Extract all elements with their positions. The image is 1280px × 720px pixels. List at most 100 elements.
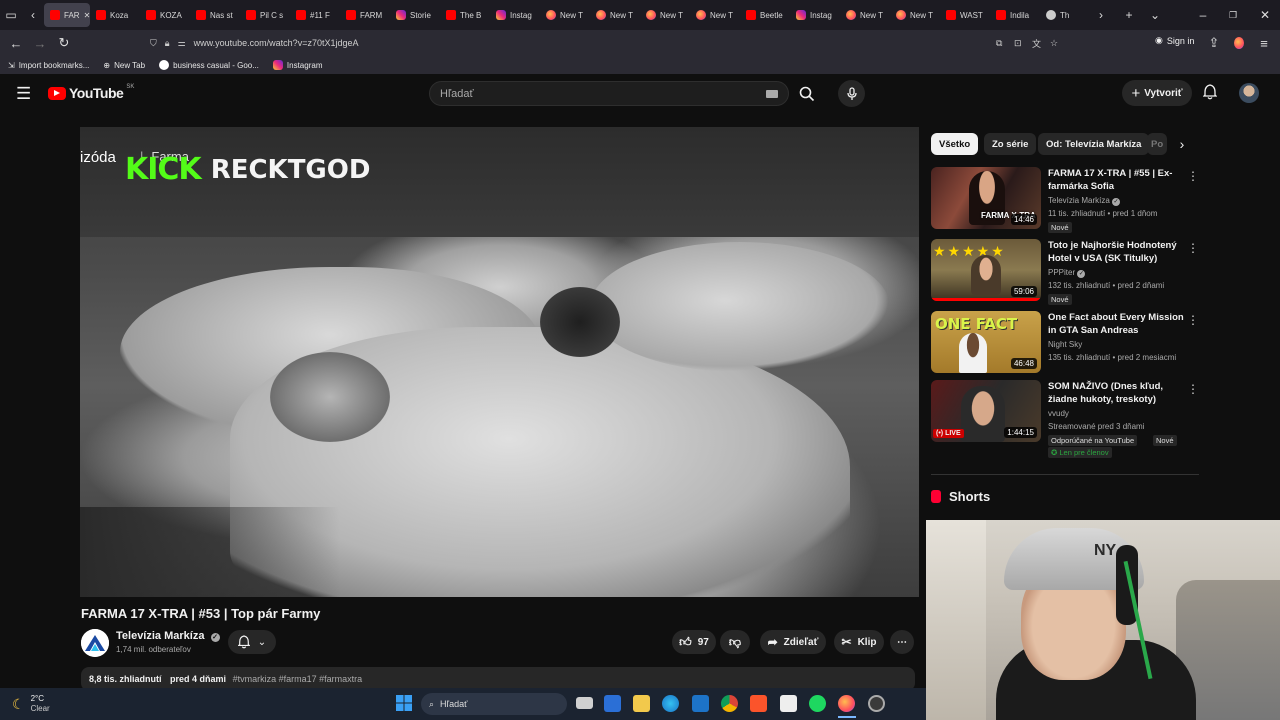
search-button[interactable] [789,81,825,106]
picture-in-picture-icon[interactable]: ⧉ [996,38,1002,49]
extensions-icon[interactable]: ⇪ [1202,31,1226,55]
bookmark-instagram[interactable]: Instagram [272,60,322,70]
guide-menu-icon[interactable]: ☰ [16,84,31,104]
more-vertical-icon[interactable]: ⋮ [1187,241,1199,255]
lock-icon[interactable]: 🔒︎ [165,38,170,49]
browser-tab[interactable]: New T [540,3,590,27]
notifications-bell-icon[interactable] [1202,84,1218,104]
back-arrow-icon[interactable]: ← [4,31,28,55]
url-text[interactable]: www.youtube.com/watch?v=z70tX1jdgeA [194,38,359,48]
window-minimize-icon[interactable]: – [1192,3,1214,27]
clip-button[interactable]: ✂ Klip [834,630,884,654]
browser-tab[interactable]: New T [640,3,690,27]
page-settings-icon[interactable]: ⚌ [178,38,186,49]
obs-icon[interactable] [868,695,885,712]
voice-search-button[interactable] [838,80,865,107]
youtube-logo[interactable]: YouTube SK [48,84,134,101]
browser-tab[interactable]: The B [440,3,490,27]
window-maximize-icon[interactable]: ❐ [1222,3,1244,27]
chip-from-channel[interactable]: Od: Televízia Markíza [1038,133,1150,155]
recommendation-item[interactable]: (•) LIVE 1:44:15 SOM NAŽIVO (Dnes kľud, … [931,380,1201,462]
firefox-icon[interactable] [838,695,855,712]
translate-icon[interactable]: 文 [1032,37,1041,50]
user-avatar[interactable] [1239,83,1259,103]
menu-hamburger-icon[interactable]: ≡ [1252,31,1276,55]
like-button[interactable]: 👍︎ 97 [672,630,716,654]
recommendation-channel[interactable]: vvudy [1048,409,1069,418]
shield-icon[interactable]: ⛉ [150,38,157,49]
firefox-account-icon[interactable] [1227,31,1251,55]
recommendation-title[interactable]: Toto je Najhoršie Hodnotený Hotel v USA … [1048,239,1186,265]
recommendation-item[interactable]: ONE FACT 46:48 One Fact about Every Miss… [931,311,1201,373]
share-button[interactable]: ➦ Zdieľať [760,630,826,654]
browser-tab[interactable]: FAR ✕ [44,3,90,27]
dislike-button[interactable]: 👎︎ [720,630,750,654]
browser-tab[interactable]: New T [890,3,940,27]
browser-tab[interactable]: Instag [790,3,840,27]
browser-tab[interactable]: Storie [390,3,440,27]
bookmark-import[interactable]: ⇲ Import bookmarks... [8,61,89,70]
spotify-icon[interactable] [809,695,826,712]
recommendation-title[interactable]: One Fact about Every Mission in GTA San … [1048,311,1186,337]
tab-scroll-left-icon[interactable]: ‹ [22,3,44,27]
chip-all[interactable]: Všetko [931,133,979,155]
search-input[interactable]: Hľadať [429,81,789,106]
tab-overview-icon[interactable]: ▭ [0,3,22,27]
brave-icon[interactable] [750,695,767,712]
microsoft-store-icon[interactable] [604,695,621,712]
browser-tab[interactable]: New T [840,3,890,27]
more-vertical-icon[interactable]: ⋮ [1187,382,1199,396]
bookmark-new-tab[interactable]: ⊕ New Tab [103,61,145,70]
bookmark-business-casual[interactable]: business casual - Goo... [159,60,259,70]
chrome-icon[interactable] [721,695,738,712]
browser-tab[interactable]: Th [1040,3,1090,27]
subscription-bell-button[interactable]: ⌄ [228,630,276,654]
new-tab-icon[interactable]: + [1118,3,1140,27]
channel-name[interactable]: Televízia Markíza ✓ [116,630,220,642]
window-close-icon[interactable]: ✕ [1254,3,1276,27]
browser-tab[interactable]: KOZA [140,3,190,27]
chip-from-series[interactable]: Zo série [984,133,1037,155]
recommendation-channel[interactable]: Night Sky [1048,340,1082,349]
forward-arrow-icon[interactable]: → [28,31,52,55]
weather-widget[interactable]: ☾ 2°C Clear [12,694,50,714]
browser-tab[interactable]: #11 F [290,3,340,27]
create-button[interactable]: + Vytvoriť [1122,80,1192,106]
more-actions-button[interactable]: ⋯ [890,630,914,654]
browser-tab[interactable]: Koza [90,3,140,27]
browser-tab[interactable]: Instag [490,3,540,27]
chips-next-chevron-icon[interactable]: › [1170,133,1194,155]
recommendation-item[interactable]: FARMA X-TRA 14:46 FARMA 17 X-TRA | #55 |… [931,167,1201,233]
sign-in-button[interactable]: ◉ Sign in [1155,35,1194,46]
reload-icon[interactable]: ↻ [52,31,76,55]
edge-icon[interactable] [662,695,679,712]
more-vertical-icon[interactable]: ⋮ [1187,169,1199,183]
browser-tab[interactable]: New T [690,3,740,27]
photos-icon[interactable] [692,695,709,712]
recommendation-channel[interactable]: Televízia Markíza ✓ [1048,196,1121,206]
recommendation-channel[interactable]: PPPiter ✓ [1048,268,1086,278]
hashtags[interactable]: #tvmarkiza #farma17 #farmaxtra [233,674,363,684]
tab-scroll-right-icon[interactable]: › [1090,3,1112,27]
channel-avatar[interactable] [81,629,109,657]
url-bar[interactable]: ⛉ 🔒︎ ⚌ www.youtube.com/watch?v=z70tX1jdg… [150,32,1075,54]
more-vertical-icon[interactable]: ⋮ [1187,313,1199,327]
chip-more[interactable]: Po [1147,133,1167,155]
recommendation-item[interactable]: ★★★★★ 59:06 Toto je Najhoršie Hodnotený … [931,239,1201,305]
tab-list-chevron-icon[interactable]: ⌄ [1144,3,1166,27]
recommendation-title[interactable]: FARMA 17 X-TRA | #55 | Ex-farmárka Sofia [1048,167,1186,193]
browser-tab[interactable]: FARM [340,3,390,27]
browser-tab[interactable]: Nas st [190,3,240,27]
notepad-icon[interactable] [780,695,797,712]
browser-tab[interactable]: WAST [940,3,990,27]
file-explorer-icon[interactable] [633,695,650,712]
keyboard-icon[interactable] [766,90,778,98]
recommendation-thumbnail[interactable]: ★★★★★ 59:06 [931,239,1041,301]
recommendation-title[interactable]: SOM NAŽIVO (Dnes kľud, žiadne hukoty, tr… [1048,380,1186,406]
task-view-icon[interactable] [576,697,593,709]
recommendation-thumbnail[interactable]: (•) LIVE 1:44:15 [931,380,1041,442]
recommendation-thumbnail[interactable]: ONE FACT 46:48 [931,311,1041,373]
recommendation-thumbnail[interactable]: FARMA X-TRA 14:46 [931,167,1041,229]
screenshot-icon[interactable]: ⊡ [1014,38,1022,49]
browser-tab[interactable]: Beetle [740,3,790,27]
